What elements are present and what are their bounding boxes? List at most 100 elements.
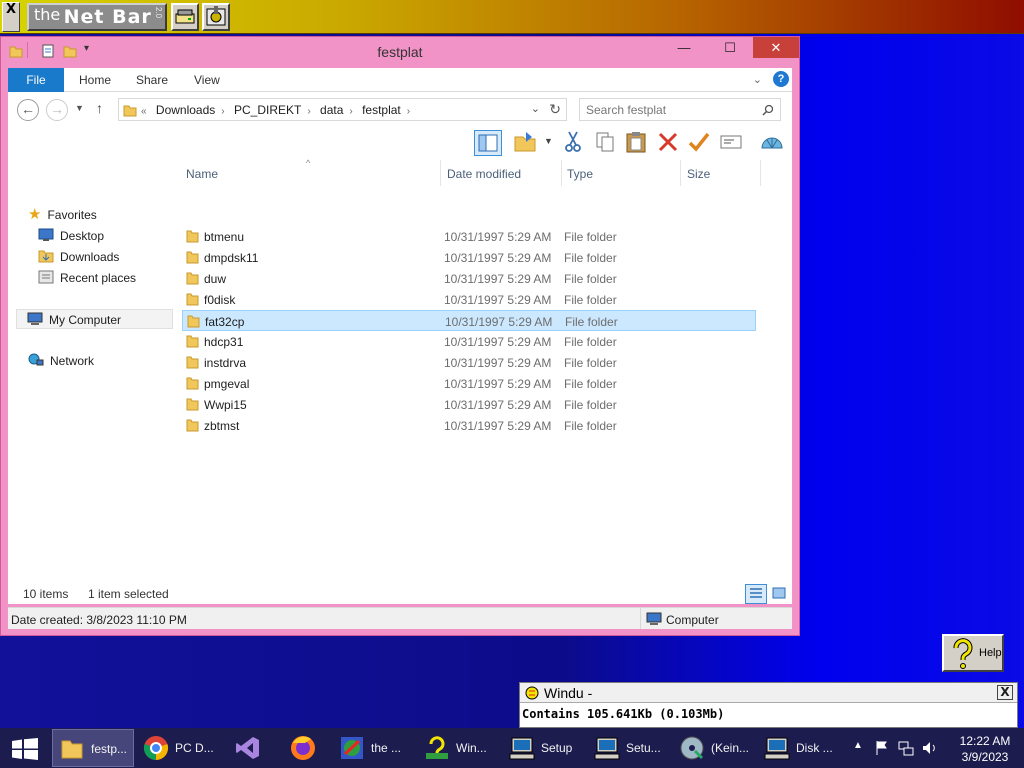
column-size[interactable]: Size (687, 167, 710, 181)
taskbar-item-visual-studio[interactable] (222, 729, 276, 767)
help-button[interactable]: Help (942, 634, 1004, 672)
volume-icon[interactable] (922, 740, 938, 756)
file-type: File folder (564, 377, 617, 391)
netbar-logo[interactable]: the Net Bar 2.0 (27, 3, 167, 31)
breadcrumb-downloads[interactable]: Downloads (156, 103, 215, 117)
details-view-button[interactable] (745, 584, 767, 604)
taskbar-item-kein[interactable]: (Kein... (673, 729, 755, 767)
taskbar-item-label: Setu... (626, 741, 661, 755)
file-row-dmpdsk11[interactable]: dmpdsk11 10/31/1997 5:29 AM File folder (182, 247, 756, 268)
netbar-drive-button[interactable] (171, 3, 199, 31)
file-row-f0disk[interactable]: f0disk 10/31/1997 5:29 AM File folder (182, 289, 756, 310)
cut-button[interactable] (560, 130, 588, 156)
shell-icon (761, 137, 783, 149)
flag-icon[interactable] (875, 740, 889, 756)
shell-button[interactable] (759, 130, 787, 156)
show-hidden-icons-icon[interactable]: ▲ (853, 740, 863, 751)
taskbar-item-explorer[interactable]: festp... (52, 729, 134, 767)
tab-home[interactable]: Home (79, 68, 111, 92)
breadcrumb-data[interactable]: data (320, 103, 343, 117)
tab-file[interactable]: File (8, 68, 64, 92)
windu-message: Contains 105.641Kb (0.103Mb) (522, 707, 725, 721)
column-separator[interactable] (680, 160, 681, 186)
system-tray: ▲ 12:22 AM 3/9/2023 (848, 728, 1024, 768)
taskbar-item-setup-2[interactable]: Setu... (588, 729, 670, 767)
preview-pane-button[interactable] (474, 130, 502, 156)
copy-button[interactable] (592, 130, 620, 156)
file-row-fat32cp[interactable]: fat32cp 10/31/1997 5:29 AM File folder (182, 310, 756, 331)
chevron-right-icon[interactable]: › (221, 106, 224, 117)
file-row-btmenu[interactable]: btmenu 10/31/1997 5:29 AM File folder (182, 226, 756, 247)
column-type[interactable]: Type (567, 167, 593, 181)
explorer-window: ▾ festplat — ☐ ✕ File Home Share View ⌄ … (0, 36, 800, 636)
file-row-zbtmst[interactable]: zbtmst 10/31/1997 5:29 AM File folder (182, 415, 756, 436)
column-separator[interactable] (760, 160, 761, 186)
minimize-button[interactable]: — (661, 37, 707, 58)
large-icons-view-icon (772, 587, 786, 599)
tab-share[interactable]: Share (136, 68, 168, 92)
refresh-icon[interactable]: ↻ (549, 101, 561, 118)
windu-close-button[interactable]: X (997, 685, 1013, 700)
address-dropdown-icon[interactable]: ⌄ (531, 102, 540, 115)
taskbar-item-setup[interactable]: Setup (503, 729, 585, 767)
column-name[interactable]: Name (186, 167, 218, 181)
file-date: 10/31/1997 5:29 AM (444, 419, 552, 433)
paste-button[interactable] (623, 130, 651, 156)
taskbar: festp... PC D... the ... Win... Setup Se… (0, 728, 1024, 768)
folder-options-button[interactable]: ▼ (513, 130, 553, 156)
properties-icon (720, 135, 742, 149)
file-row-hdcp31[interactable]: hdcp31 10/31/1997 5:29 AM File folder (182, 331, 756, 352)
file-row-instdrva[interactable]: instdrva 10/31/1997 5:29 AM File folder (182, 352, 756, 373)
up-button[interactable]: ↑ (96, 100, 103, 116)
nav-network[interactable]: Network (28, 351, 94, 371)
chevron-right-icon[interactable]: › (407, 106, 410, 117)
nav-my-computer[interactable]: My Computer (16, 309, 173, 329)
tab-view[interactable]: View (194, 68, 220, 92)
taskbar-item-disk[interactable]: Disk ... (758, 729, 840, 767)
folder-icon (186, 293, 199, 306)
delete-button[interactable] (655, 130, 683, 156)
file-row-duw[interactable]: duw 10/31/1997 5:29 AM File folder (182, 268, 756, 289)
taskbar-item-chrome[interactable]: PC D... (137, 729, 219, 767)
nav-recent-places[interactable]: Recent places (38, 268, 136, 288)
netbar-tools-button[interactable] (202, 3, 230, 31)
start-button[interactable] (0, 729, 50, 767)
nav-downloads[interactable]: Downloads (38, 247, 119, 267)
chevron-right-icon[interactable]: › (307, 106, 310, 117)
windu-title-bar[interactable]: Windu - X (520, 683, 1017, 703)
taskbar-item-windu[interactable]: Win... (418, 729, 500, 767)
column-separator[interactable] (440, 160, 441, 186)
back-button[interactable]: ← (17, 99, 39, 121)
search-box[interactable] (579, 98, 781, 121)
recent-locations-icon[interactable]: ▼ (75, 103, 84, 113)
taskbar-item-firefox[interactable] (280, 729, 330, 767)
ribbon-expand-icon[interactable]: ⌄ (753, 73, 762, 86)
address-bar[interactable]: « Downloads › PC_DIREKT › data › festplat › … (118, 98, 567, 121)
file-row-wwpi15[interactable]: Wwpi15 10/31/1997 5:29 AM File folder (182, 394, 756, 415)
breadcrumb-festplat[interactable]: festplat (362, 103, 401, 117)
file-row-pmgeval[interactable]: pmgeval 10/31/1997 5:29 AM File folder (182, 373, 756, 394)
large-icons-view-button[interactable] (769, 584, 791, 604)
maximize-button[interactable]: ☐ (707, 37, 753, 58)
item-count: 10 items (23, 587, 69, 601)
column-separator[interactable] (561, 160, 562, 186)
properties-button[interactable] (718, 130, 746, 156)
title-bar[interactable]: ▾ festplat — ☐ ✕ (1, 37, 799, 67)
chevron-right-icon[interactable]: › (349, 106, 352, 117)
help-icon[interactable]: ? (773, 71, 789, 87)
network-status-icon[interactable] (898, 740, 914, 756)
nav-favorites[interactable]: ★ Favorites (28, 205, 97, 225)
column-date-modified[interactable]: Date modified (447, 167, 521, 181)
close-button[interactable]: ✕ (753, 37, 799, 58)
netbar-close-button[interactable]: X (2, 2, 20, 32)
clock[interactable]: 12:22 AM 3/9/2023 (952, 733, 1018, 765)
search-input[interactable] (586, 102, 756, 118)
nav-desktop[interactable]: Desktop (38, 226, 104, 246)
rename-button[interactable] (686, 130, 714, 156)
taskbar-item-netbar[interactable]: the ... (333, 729, 415, 767)
dropdown-arrow-icon[interactable]: ▼ (544, 136, 553, 146)
address-overflow[interactable]: « (141, 106, 147, 117)
search-icon[interactable] (762, 104, 774, 116)
breadcrumb-pc-direkt[interactable]: PC_DIREKT (234, 103, 301, 117)
forward-button[interactable]: → (46, 99, 68, 121)
